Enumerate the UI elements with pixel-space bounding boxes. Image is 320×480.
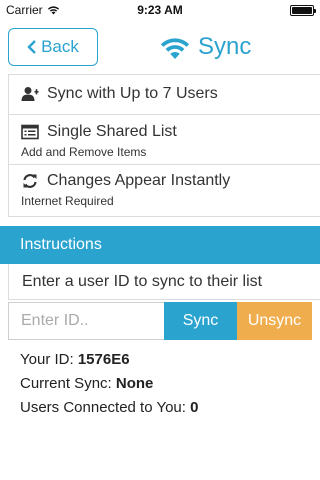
feature-sublabel: Internet Required	[21, 194, 114, 208]
feature-list: Sync with Up to 7 Users Single Shared Li…	[8, 74, 320, 217]
current-sync-value: None	[115, 375, 154, 392]
instructions-text: Enter a user ID to sync to their list	[8, 264, 320, 300]
list-item-shared-list: Single Shared List Add and Remove Items	[8, 115, 320, 165]
refresh-icon	[23, 174, 37, 188]
status-time: 9:23 AM	[137, 3, 183, 17]
current-sync-label: Current Sync:	[20, 375, 112, 392]
battery-icon	[290, 5, 316, 16]
connected-users-line: Users Connected to You: 0	[20, 398, 198, 422]
chevron-left-icon	[27, 40, 36, 54]
list-item-sync-users: Sync with Up to 7 Users	[8, 75, 320, 115]
list-icon	[21, 124, 39, 140]
feature-sublabel: Add and Remove Items	[21, 145, 147, 159]
connected-users-value: 0	[190, 399, 199, 416]
status-bar: Carrier 9:23 AM	[0, 0, 320, 20]
your-id-label: Your ID:	[20, 351, 74, 368]
nav-header: Back Sync	[0, 20, 320, 80]
page-title: Sync	[198, 33, 252, 60]
page-title-wrap: Sync	[158, 30, 251, 64]
current-sync-line: Current Sync: None	[20, 374, 198, 398]
feature-label: Sync with Up to 7 Users	[47, 85, 218, 102]
back-button-label: Back	[41, 37, 79, 56]
instructions-heading: Instructions	[0, 226, 320, 264]
sync-form: Sync Unsync	[8, 302, 312, 340]
connected-users-label: Users Connected to You:	[20, 399, 186, 416]
back-button[interactable]: Back	[8, 28, 98, 66]
feature-label: Single Shared List	[47, 123, 177, 140]
user-id-input[interactable]	[8, 302, 164, 340]
feature-label: Changes Appear Instantly	[47, 172, 231, 189]
unsync-button[interactable]: Unsync	[237, 302, 312, 340]
add-user-icon	[21, 87, 39, 101]
your-id-value: 1576E6	[77, 351, 130, 368]
wifi-icon	[160, 38, 190, 59]
your-id-line: Your ID: 1576E6	[20, 350, 198, 374]
sync-button[interactable]: Sync	[164, 302, 237, 340]
sync-info: Your ID: 1576E6 Current Sync: None Users…	[20, 350, 198, 422]
list-item-instant-changes: Changes Appear Instantly Internet Requir…	[8, 165, 320, 217]
